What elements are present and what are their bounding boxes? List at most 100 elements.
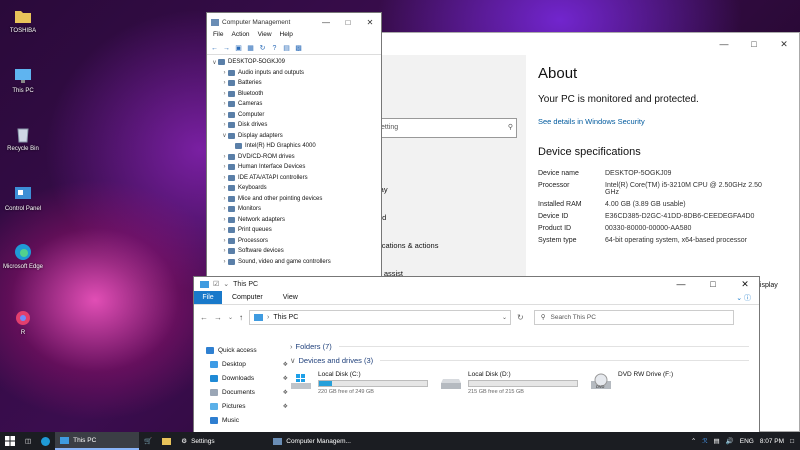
help-icon[interactable]: ? [270, 44, 279, 53]
drive-item[interactable]: DVD DVD RW Drive (F:) [590, 371, 740, 395]
menu-action[interactable]: Action [231, 31, 249, 42]
tree-node[interactable]: › Sound, video and game controllers [207, 257, 381, 268]
close-icon[interactable]: ✕ [769, 39, 799, 50]
address-bar[interactable]: › This PC ⌄ [249, 309, 512, 325]
collapse-icon[interactable]: ∨ [211, 59, 218, 66]
tree-node[interactable]: › DVD/CD-ROM drives [207, 152, 381, 163]
drive-item[interactable]: Local Disk (C:) 220 GB free of 249 GB [290, 371, 440, 395]
menu-help[interactable]: Help [280, 31, 293, 42]
expand-icon[interactable]: › [221, 112, 228, 118]
folder-up-icon[interactable]: ▣ [234, 44, 243, 53]
desktop-icon-r[interactable]: R [2, 308, 44, 337]
properties-icon[interactable]: ▤ [282, 44, 291, 53]
tree-node[interactable]: ∨ Display adapters [207, 131, 381, 142]
menu-file[interactable]: File [213, 31, 223, 42]
monitor-icon[interactable]: ▩ [294, 44, 303, 53]
tree-node[interactable]: › Monitors [207, 204, 381, 215]
tree-node[interactable]: › Software devices [207, 246, 381, 257]
start-button[interactable] [0, 432, 20, 450]
desktop-icon-this-pc[interactable]: This PC [2, 66, 44, 95]
expand-icon[interactable]: › [221, 101, 228, 107]
tree-node[interactable]: › Processors [207, 236, 381, 247]
expand-icon[interactable]: › [221, 248, 228, 254]
volume-icon[interactable]: 🔊 [726, 437, 734, 445]
taskbar-file-explorer[interactable] [157, 432, 176, 450]
expand-icon[interactable]: › [221, 238, 228, 244]
pin-icon[interactable]: ❖ [283, 375, 288, 382]
tree-root[interactable]: ∨ DESKTOP-5OGKJ09 [207, 57, 381, 68]
nav-item-documents[interactable]: Documents ❖ [206, 385, 288, 399]
expand-icon[interactable]: › [221, 217, 228, 223]
expand-icon[interactable]: › [221, 196, 228, 202]
forward-arrow-icon[interactable]: → [222, 44, 231, 53]
close-icon[interactable]: ✕ [731, 279, 759, 290]
desktop-icon-recycle-bin[interactable]: Recycle Bin [2, 124, 44, 153]
pin-icon[interactable]: ❖ [283, 403, 288, 410]
back-arrow-icon[interactable]: ← [200, 313, 208, 322]
bluetooth-icon[interactable]: ℛ [702, 437, 707, 445]
tab-file[interactable]: File [194, 291, 222, 304]
maximize-icon[interactable]: □ [337, 18, 359, 27]
tree-node[interactable]: › IDE ATA/ATAPI controllers [207, 173, 381, 184]
tree-node[interactable]: › Audio inputs and outputs [207, 68, 381, 79]
desktop-icon-control-panel[interactable]: Control Panel [2, 184, 44, 213]
security-details-link[interactable]: See details in Windows Security [538, 117, 798, 126]
expand-icon[interactable]: › [221, 185, 228, 191]
expand-ribbon-icon[interactable]: ⌄ ⓘ [736, 291, 759, 304]
taskbar-item-settings[interactable]: ⚙ Settings [176, 432, 268, 450]
tree-node[interactable]: › Keyboards [207, 183, 381, 194]
tree-node[interactable]: › Mice and other pointing devices [207, 194, 381, 205]
expand-icon[interactable]: › [221, 164, 228, 170]
tree-node[interactable]: › Cameras [207, 99, 381, 110]
nav-item-music[interactable]: Music [206, 413, 288, 427]
tree-leaf[interactable]: Intel(R) HD Graphics 4000 [207, 141, 381, 152]
task-view-button[interactable]: ◫ [20, 432, 36, 450]
back-arrow-icon[interactable]: ← [210, 44, 219, 53]
pin-icon[interactable]: ❖ [283, 389, 288, 396]
minimize-icon[interactable]: — [315, 18, 337, 27]
taskbar-store[interactable]: 🛒 [139, 432, 157, 450]
taskbar-edge[interactable] [36, 432, 55, 450]
expand-icon[interactable]: › [221, 154, 228, 160]
properties-icon[interactable]: ☑ [213, 280, 219, 288]
minimize-icon[interactable]: — [709, 39, 739, 49]
console-tree-icon[interactable]: ▦ [246, 44, 255, 53]
forward-arrow-icon[interactable]: → [214, 313, 222, 322]
tree-node[interactable]: › Batteries [207, 78, 381, 89]
nav-item-quick-access[interactable]: Quick access [206, 343, 288, 357]
drive-item[interactable]: Local Disk (D:) 215 GB free of 215 GB [440, 371, 590, 395]
nav-item-pictures[interactable]: Pictures ❖ [206, 399, 288, 413]
maximize-icon[interactable]: □ [739, 39, 769, 49]
expand-icon[interactable]: › [221, 259, 228, 265]
expand-icon[interactable]: › [221, 70, 228, 76]
settings-search-input[interactable]: etting ⚲ [376, 118, 517, 138]
drives-section-header[interactable]: ∨ Devices and drives (3) [290, 353, 749, 367]
taskbar-item-this-pc[interactable]: This PC [55, 432, 140, 450]
tree-node[interactable]: › Network adapters [207, 215, 381, 226]
notifications-icon[interactable]: □ [790, 438, 794, 445]
refresh-icon[interactable]: ↻ [517, 313, 524, 322]
up-arrow-icon[interactable]: ↑ [239, 313, 243, 322]
address-dropdown-icon[interactable]: ⌄ [502, 314, 510, 321]
tree-node[interactable]: › Human Interface Devices [207, 162, 381, 173]
tree-node[interactable]: › Computer [207, 110, 381, 121]
expand-icon[interactable]: › [221, 91, 228, 97]
maximize-icon[interactable]: □ [699, 279, 727, 289]
menu-view[interactable]: View [258, 31, 272, 42]
expand-icon[interactable]: › [221, 175, 228, 181]
expand-icon[interactable]: › [221, 80, 228, 86]
taskbar-item-computer-management[interactable]: Computer Managem... [268, 432, 378, 450]
quick-access-dropdown-icon[interactable]: ⌄ [223, 280, 229, 288]
tree-node[interactable]: › Print queues [207, 225, 381, 236]
language-indicator[interactable]: ENG [740, 438, 754, 445]
network-icon[interactable]: ▤ [714, 437, 720, 445]
recent-locations-icon[interactable]: ⌄ [228, 314, 233, 321]
minimize-icon[interactable]: — [667, 279, 695, 289]
settings-nav-notifications[interactable]: fications & actions [378, 241, 438, 250]
nav-item-desktop[interactable]: Desktop ❖ [206, 357, 288, 371]
tree-node[interactable]: › Bluetooth [207, 89, 381, 100]
pin-icon[interactable]: ❖ [283, 361, 288, 368]
explorer-search-input[interactable]: ⚲ Search This PC [533, 309, 734, 325]
expand-icon[interactable]: › [221, 227, 228, 233]
show-hidden-icons-icon[interactable]: ⌃ [691, 437, 696, 445]
